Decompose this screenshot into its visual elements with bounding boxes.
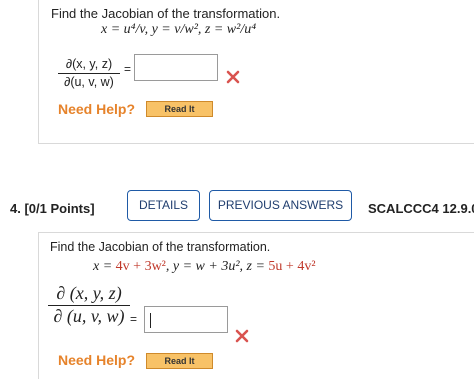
text-cursor	[150, 313, 151, 328]
details-button[interactable]: DETAILS	[127, 190, 200, 221]
question-3-panel: Find the Jacobian of the transformation.…	[38, 0, 474, 144]
answer-input[interactable]	[134, 54, 218, 81]
question-4-panel: Find the Jacobian of the transformation.…	[38, 232, 474, 379]
question-number: 4.	[10, 201, 21, 216]
jacobian-denominator: ∂(u, v, w)	[64, 75, 114, 89]
jacobian-numerator: ∂ (x, y, z)	[48, 283, 130, 306]
incorrect-x-icon	[235, 329, 249, 343]
question-code: SCALCCC4 12.9.0	[368, 201, 474, 216]
answer-input[interactable]	[144, 306, 228, 333]
equals-sign: =	[124, 62, 132, 76]
read-it-button[interactable]: Read It	[146, 101, 213, 117]
question-number-points: 4. [0/1 Points]	[10, 201, 95, 216]
incorrect-x-icon	[226, 70, 240, 84]
eq-z-rhs-highlight: 5u + 4v²	[268, 259, 316, 274]
jacobian-numerator: ∂(x, y, z)	[58, 57, 120, 74]
equals-sign: =	[130, 312, 138, 326]
previous-answers-button[interactable]: PREVIOUS ANSWERS	[209, 190, 352, 221]
jacobian-fraction: ∂ (x, y, z) ∂ (u, v, w)	[48, 283, 130, 327]
question-prompt: Find the Jacobian of the transformation.	[51, 6, 281, 21]
need-help-label: Need Help?	[58, 352, 136, 368]
transformation-equation: x = 4v + 3w², y = w + 3u², z = 5u + 4v²	[93, 259, 316, 275]
points-label: [0/1 Points]	[24, 201, 95, 216]
need-help-label: Need Help?	[58, 101, 136, 117]
jacobian-fraction: ∂(x, y, z) ∂(u, v, w)	[58, 57, 120, 89]
eq-y-part: , y = w + 3u², z =	[165, 259, 269, 274]
eq-x-rhs-highlight: 4v + 3w²	[115, 259, 166, 274]
read-it-button[interactable]: Read It	[146, 353, 213, 369]
question-4-header: 4. [0/1 Points] DETAILS PREVIOUS ANSWERS…	[0, 190, 474, 226]
transformation-equation: x = u⁴/v, y = v/w², z = w²/u⁴	[101, 22, 257, 37]
eq-x-lhs: x =	[93, 259, 116, 274]
question-prompt: Find the Jacobian of the transformation.	[50, 240, 271, 254]
jacobian-denominator: ∂ (u, v, w)	[53, 306, 125, 326]
